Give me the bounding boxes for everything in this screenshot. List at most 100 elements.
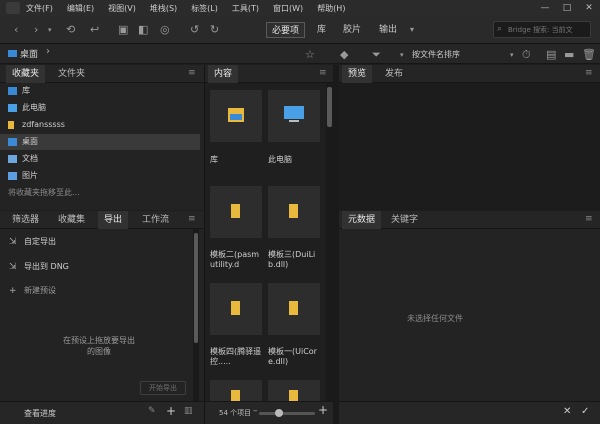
chevron-down-icon[interactable]: ▾ [48,23,52,37]
folder-icon [289,390,298,401]
content-scrollbar[interactable] [326,83,333,401]
export-scrollbar[interactable] [193,229,199,401]
search-box[interactable]: ⌕ [493,21,591,38]
cancel-icon[interactable]: ✕ [563,406,571,417]
recent-files-icon[interactable]: ⏱ [522,48,531,62]
menu-stack[interactable]: 堆栈(S) [150,3,177,14]
tab-workflow[interactable]: 工作流 [136,211,175,229]
content-item-thumb[interactable] [268,90,320,142]
panel-menu-icon[interactable]: ≡ [585,214,593,224]
new-folder-icon[interactable]: ▤ [546,48,556,62]
menu-window[interactable]: 窗口(W) [273,3,303,14]
tab-preview[interactable]: 预览 [342,65,373,83]
recent-icon[interactable]: ⟲ [66,23,75,37]
favorite-item[interactable]: 此电脑 [0,100,200,116]
view-progress-link[interactable]: 查看进度 [24,408,56,419]
export-item-custom[interactable]: ⇲ 自定导出 [0,234,190,250]
panel-menu-icon[interactable]: ≡ [188,68,196,78]
computer-icon [8,104,17,112]
content-item-thumb[interactable] [268,380,320,401]
export-item-new-preset[interactable]: + 新建预设 [0,283,190,299]
plus-icon: + [9,286,17,296]
tab-filter[interactable]: 筛选器 [6,211,45,229]
panel-menu-icon[interactable]: ≡ [188,214,196,224]
favorite-item[interactable]: zdfansssss [0,117,200,133]
favorite-item[interactable]: 图片 [0,168,200,184]
sort-label[interactable]: 按文件名排序 [412,49,460,60]
content-item-thumb[interactable] [268,283,320,335]
menu-view[interactable]: 视图(V) [108,3,136,14]
tab-metadata[interactable]: 元数据 [342,211,382,229]
rotate-right-icon[interactable]: ↻ [210,23,219,37]
delete-icon[interactable]: ▥ [184,406,193,416]
tab-favorites[interactable]: 收藏夹 [6,65,46,83]
menu-file[interactable]: 文件(F) [26,3,53,14]
rotate-left-icon[interactable]: ↺ [190,23,199,37]
zoom-in-icon[interactable]: + [318,403,328,417]
scroll-thumb[interactable] [327,87,332,127]
back-icon[interactable]: ‹ [14,23,18,37]
divider[interactable] [204,65,205,424]
panel-menu-icon[interactable]: ≡ [319,68,327,78]
breadcrumb-chevron-icon[interactable]: › [46,46,50,57]
content-item-thumb[interactable] [268,186,320,238]
item-count: 54 个项目 [219,409,252,417]
scroll-thumb[interactable] [194,233,198,343]
favorite-item[interactable]: 桌面 [0,134,200,150]
tab-content[interactable]: 内容 [208,65,239,83]
sort-direction-icon[interactable]: ▾ [510,48,514,62]
tab-export[interactable]: 导出 [98,211,129,229]
workspace-menu-icon[interactable]: ▾ [410,23,414,37]
minimize-button[interactable]: — [534,0,556,16]
breadcrumb-desktop[interactable]: 桌面 [20,47,38,60]
tab-collections[interactable]: 收藏集 [52,211,91,229]
maximize-button[interactable]: □ [556,0,578,16]
export-item-dng[interactable]: ⇲ 导出到 DNG [0,259,190,275]
search-input[interactable] [494,22,590,37]
workspace-libraries[interactable]: 库 [312,22,331,38]
menu-edit[interactable]: 编辑(E) [67,3,94,14]
tab-keywords[interactable]: 关键字 [385,211,424,229]
zoom-out-icon[interactable]: – [253,406,258,416]
workspace-filmstrip[interactable]: 胶片 [338,22,366,38]
metadata-panel-header: 元数据 关键字 ≡ [339,211,600,229]
content-item-thumb[interactable] [210,186,262,238]
content-item-thumb[interactable] [210,283,262,335]
menu-label[interactable]: 标签(L) [191,3,218,14]
camera-icon[interactable]: ▣ [118,23,128,37]
workspace-essentials[interactable]: 必要项 [266,22,306,38]
star-filter-icon[interactable]: ☆ [305,48,315,62]
menu-tools[interactable]: 工具(T) [232,3,259,14]
forward-icon[interactable]: › [34,23,38,37]
documents-icon [8,155,17,163]
tab-publish[interactable]: 发布 [379,65,409,83]
boomerang-icon[interactable]: ↩ [90,23,99,37]
refine-icon[interactable]: ◧ [138,23,148,37]
content-item-thumb[interactable] [210,90,262,142]
panel-menu-icon[interactable]: ≡ [585,68,593,78]
filter-icon[interactable]: ⏷ [372,48,381,62]
favorite-item[interactable]: 库 [0,83,200,99]
divider[interactable] [333,65,339,424]
zoom-slider-handle[interactable] [275,409,283,417]
tab-folders[interactable]: 文件夹 [52,65,91,83]
zoom-slider[interactable] [259,409,315,417]
sort-dropdown-icon[interactable]: ▾ [400,48,404,62]
add-icon[interactable]: + [166,404,176,418]
open-in-camera-raw-icon[interactable]: ◎ [160,23,170,37]
content-item-thumb[interactable] [210,380,262,401]
workspace-output[interactable]: 输出 [374,22,402,38]
folder-icon[interactable]: ▬ [564,48,574,62]
close-button[interactable]: ✕ [578,0,600,16]
apply-icon[interactable]: ✓ [581,406,589,417]
export-item-label: 新建预设 [24,286,56,295]
search-icon: ⌕ [497,24,503,34]
favorite-item[interactable]: 文档 [0,151,200,167]
edit-icon[interactable]: ✎ [148,406,156,416]
menu-help[interactable]: 帮助(H) [317,3,345,14]
content-grid: 库 此电脑 模板二(pasmutility.d 模板三(DuiLib.dll) … [205,83,333,401]
quality-icon[interactable]: ◆ [340,48,348,62]
start-export-button[interactable]: 开始导出 [140,381,186,395]
trash-icon[interactable]: 🗑 [582,48,596,62]
export-footer: 查看进度 ✎ + ▥ [0,401,204,424]
